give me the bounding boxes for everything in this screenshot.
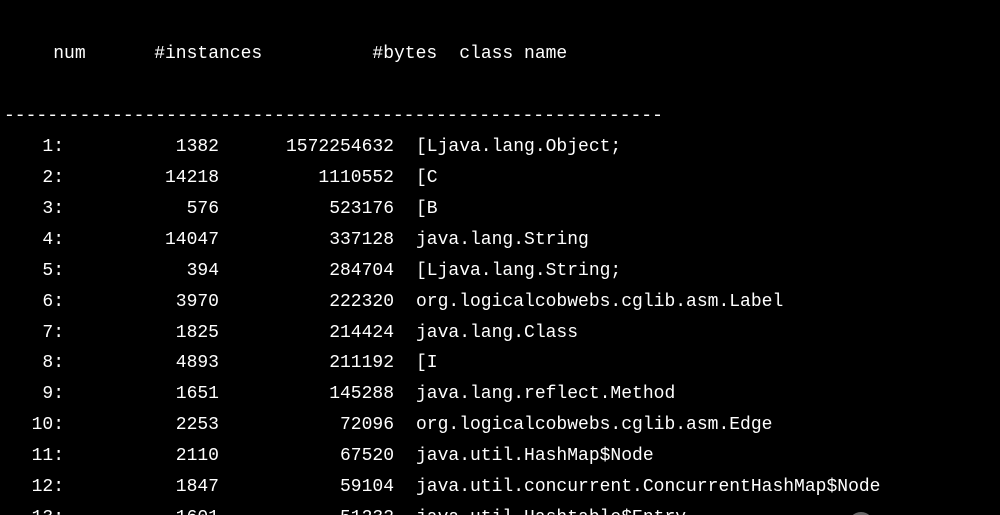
- cell-num: 2:: [4, 163, 64, 194]
- cell-num: 1:: [4, 132, 64, 163]
- header-divider: ----------------------------------------…: [4, 101, 996, 132]
- cell-class-name: java.lang.String: [394, 225, 589, 256]
- cell-class-name: [Ljava.lang.Object;: [394, 132, 621, 163]
- cell-class-name: [I: [394, 348, 438, 379]
- cell-bytes: 337128: [219, 225, 394, 256]
- cell-class-name: [B: [394, 194, 438, 225]
- cell-num: 6:: [4, 287, 64, 318]
- table-row: 7:1825214424java.lang.Class: [4, 318, 996, 349]
- cell-class-name: org.logicalcobwebs.cglib.asm.Label: [394, 287, 783, 318]
- terminal-output: num#instances#bytesclass name ----------…: [0, 0, 1000, 515]
- cell-num: 3:: [4, 194, 64, 225]
- table-row: 9:1651145288java.lang.reflect.Method: [4, 379, 996, 410]
- cell-class-name: java.util.Hashtable$Entry: [394, 503, 686, 515]
- cell-num: 12:: [4, 472, 64, 503]
- cell-instances: 4893: [64, 348, 219, 379]
- table-row: 6:3970222320org.logicalcobwebs.cglib.asm…: [4, 287, 996, 318]
- cell-instances: 1825: [64, 318, 219, 349]
- table-header: num#instances#bytesclass name: [4, 8, 996, 101]
- table-row: 5:394284704[Ljava.lang.String;: [4, 256, 996, 287]
- cell-class-name: [C: [394, 163, 438, 194]
- cell-bytes: 523176: [219, 194, 394, 225]
- table-row: 1:13821572254632[Ljava.lang.Object;: [4, 132, 996, 163]
- cell-class-name: java.lang.reflect.Method: [394, 379, 675, 410]
- cell-instances: 394: [64, 256, 219, 287]
- cell-num: 7:: [4, 318, 64, 349]
- header-num: num: [47, 39, 107, 70]
- cell-class-name: org.logicalcobwebs.cglib.asm.Edge: [394, 410, 772, 441]
- table-row: 4:14047337128java.lang.String: [4, 225, 996, 256]
- cell-bytes: 59104: [219, 472, 394, 503]
- cell-bytes: 145288: [219, 379, 394, 410]
- table-row: 3:576523176[B: [4, 194, 996, 225]
- cell-bytes: 284704: [219, 256, 394, 287]
- cell-num: 9:: [4, 379, 64, 410]
- cell-bytes: 1110552: [219, 163, 394, 194]
- table-row: 10:225372096org.logicalcobwebs.cglib.asm…: [4, 410, 996, 441]
- cell-num: 13:: [4, 503, 64, 515]
- cell-instances: 576: [64, 194, 219, 225]
- cell-num: 11:: [4, 441, 64, 472]
- cell-bytes: 51232: [219, 503, 394, 515]
- cell-num: 8:: [4, 348, 64, 379]
- cell-instances: 1651: [64, 379, 219, 410]
- table-row: 8:4893211192[I: [4, 348, 996, 379]
- cell-bytes: 222320: [219, 287, 394, 318]
- cell-instances: 1847: [64, 472, 219, 503]
- cell-class-name: java.lang.Class: [394, 318, 578, 349]
- cell-instances: 1601: [64, 503, 219, 515]
- cell-bytes: 1572254632: [219, 132, 394, 163]
- cell-class-name: [Ljava.lang.String;: [394, 256, 621, 287]
- cell-bytes: 214424: [219, 318, 394, 349]
- cell-instances: 14218: [64, 163, 219, 194]
- table-body: 1:13821572254632[Ljava.lang.Object;2:142…: [4, 132, 996, 515]
- cell-instances: 2110: [64, 441, 219, 472]
- cell-num: 5:: [4, 256, 64, 287]
- table-row: 11:211067520java.util.HashMap$Node: [4, 441, 996, 472]
- header-instances: #instances: [107, 39, 262, 70]
- cell-class-name: java.util.concurrent.ConcurrentHashMap$N…: [394, 472, 880, 503]
- table-row: 2:142181110552[C: [4, 163, 996, 194]
- table-row: 13:160151232java.util.Hashtable$Entry: [4, 503, 996, 515]
- cell-class-name: java.util.HashMap$Node: [394, 441, 654, 472]
- cell-num: 10:: [4, 410, 64, 441]
- table-row: 12:184759104java.util.concurrent.Concurr…: [4, 472, 996, 503]
- cell-instances: 2253: [64, 410, 219, 441]
- cell-bytes: 67520: [219, 441, 394, 472]
- cell-instances: 14047: [64, 225, 219, 256]
- cell-num: 4:: [4, 225, 64, 256]
- cell-instances: 1382: [64, 132, 219, 163]
- cell-bytes: 211192: [219, 348, 394, 379]
- header-bytes: #bytes: [262, 39, 437, 70]
- cell-instances: 3970: [64, 287, 219, 318]
- header-class-name: class name: [437, 39, 567, 70]
- cell-bytes: 72096: [219, 410, 394, 441]
